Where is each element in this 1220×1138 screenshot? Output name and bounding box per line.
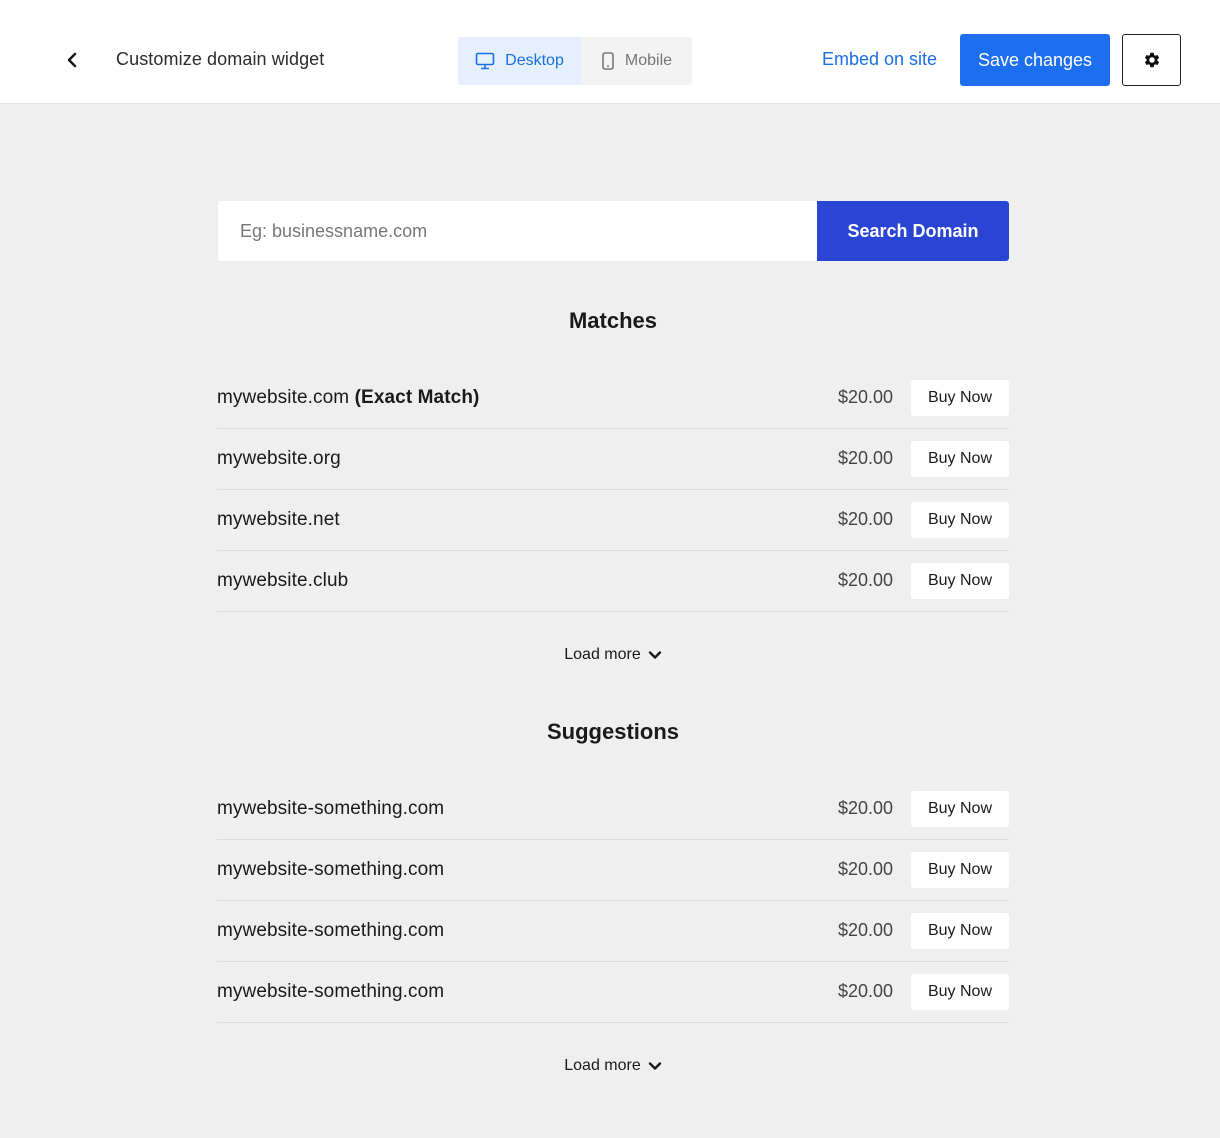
domain-row: mywebsite-something.com $20.00 Buy Now xyxy=(217,962,1009,1023)
suggestions-list: mywebsite-something.com $20.00 Buy Now m… xyxy=(217,779,1009,1023)
chevron-left-icon xyxy=(67,52,77,68)
load-more-label: Load more xyxy=(564,646,641,663)
domain-name: mywebsite-something.com xyxy=(217,981,445,1002)
domain-price: $20.00 xyxy=(837,387,893,407)
domain-name: mywebsite.club xyxy=(217,570,349,591)
domain-name-text: mywebsite.com xyxy=(217,387,350,408)
exact-match-tag: (Exact Match) xyxy=(354,387,480,408)
search-domain-button[interactable]: Search Domain xyxy=(817,201,1009,261)
mobile-icon xyxy=(602,52,614,70)
matches-list: mywebsite.com (Exact Match) $20.00 Buy N… xyxy=(217,368,1009,612)
back-button[interactable] xyxy=(58,46,86,74)
domain-search-input[interactable] xyxy=(218,201,817,261)
domain-row: mywebsite-something.com $20.00 Buy Now xyxy=(217,840,1009,901)
domain-row: mywebsite.club $20.00 Buy Now xyxy=(217,551,1009,612)
mobile-option[interactable]: Mobile xyxy=(581,37,692,85)
load-more-label: Load more xyxy=(564,1057,641,1074)
desktop-icon xyxy=(475,52,495,70)
domain-name: mywebsite.com (Exact Match) xyxy=(217,387,479,409)
domain-price: $20.00 xyxy=(837,570,893,590)
buy-now-button[interactable]: Buy Now xyxy=(911,380,1009,416)
top-bar: Customize domain widget Desktop Mobile E… xyxy=(0,0,1220,104)
page-title: Customize domain widget xyxy=(116,49,325,69)
domain-row: mywebsite-something.com $20.00 Buy Now xyxy=(217,779,1009,840)
domain-price: $20.00 xyxy=(837,798,893,818)
gear-icon xyxy=(1144,52,1159,68)
settings-button[interactable] xyxy=(1122,34,1181,86)
save-changes-button[interactable]: Save changes xyxy=(960,34,1110,86)
domain-price: $20.00 xyxy=(837,920,893,940)
domain-name: mywebsite.net xyxy=(217,509,340,530)
buy-now-button[interactable]: Buy Now xyxy=(911,441,1009,477)
suggestions-title: Suggestions xyxy=(546,719,679,744)
domain-name: mywebsite-something.com xyxy=(217,920,445,941)
device-toggle: Desktop Mobile xyxy=(458,37,692,85)
domain-price: $20.00 xyxy=(837,509,893,529)
domain-row: mywebsite-something.com $20.00 Buy Now xyxy=(217,901,1009,962)
buy-now-button[interactable]: Buy Now xyxy=(911,791,1009,827)
chevron-down-icon xyxy=(648,651,661,659)
chevron-down-icon xyxy=(648,1062,661,1070)
domain-price: $20.00 xyxy=(837,859,893,879)
matches-title: Matches xyxy=(568,308,658,333)
domain-price: $20.00 xyxy=(837,448,893,468)
domain-row: mywebsite.com (Exact Match) $20.00 Buy N… xyxy=(217,368,1009,429)
buy-now-button[interactable]: Buy Now xyxy=(911,852,1009,888)
desktop-option[interactable]: Desktop xyxy=(458,37,581,85)
domain-row: mywebsite.net $20.00 Buy Now xyxy=(217,490,1009,551)
buy-now-button[interactable]: Buy Now xyxy=(911,563,1009,599)
domain-row: mywebsite.org $20.00 Buy Now xyxy=(217,429,1009,490)
domain-name: mywebsite-something.com xyxy=(217,859,445,880)
mobile-label: Mobile xyxy=(624,52,673,69)
domain-price: $20.00 xyxy=(837,981,893,1001)
matches-load-more[interactable]: Load more xyxy=(217,646,1009,664)
embed-on-site-link[interactable]: Embed on site xyxy=(822,49,937,70)
buy-now-button[interactable]: Buy Now xyxy=(911,974,1009,1010)
suggestions-load-more[interactable]: Load more xyxy=(217,1057,1009,1075)
domain-name: mywebsite-something.com xyxy=(217,798,445,819)
buy-now-button[interactable]: Buy Now xyxy=(911,502,1009,538)
desktop-label: Desktop xyxy=(505,52,564,69)
buy-now-button[interactable]: Buy Now xyxy=(911,913,1009,949)
domain-name: mywebsite.org xyxy=(217,448,341,469)
